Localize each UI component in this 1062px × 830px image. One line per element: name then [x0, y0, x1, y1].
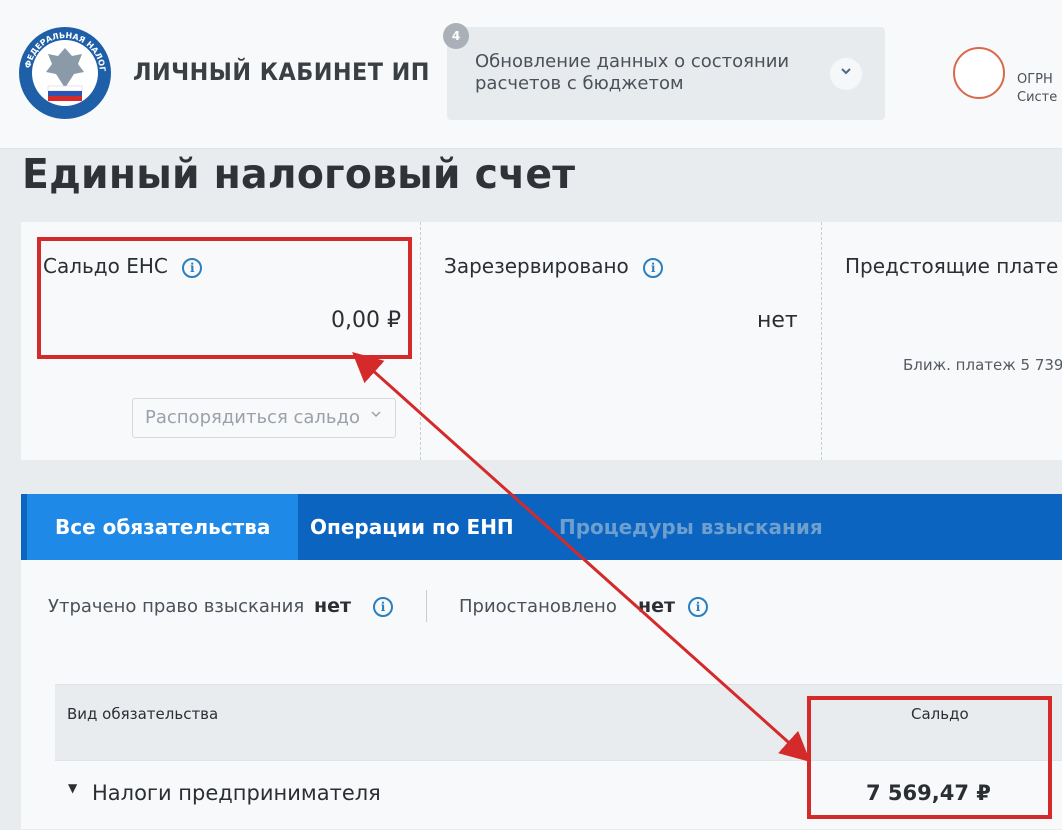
data-update-notice[interactable]: 4 Обновление данных о состоянии расчетов…: [443, 23, 885, 120]
reserved-value: нет: [757, 308, 798, 333]
next-payment-text: Ближ. платеж 5 739: [903, 356, 1062, 374]
table-row[interactable]: ▼ Налоги предпринимателя 7 569,47 ₽: [55, 760, 1062, 830]
balance-summary: Сальдо ЕНС i 0,00 ₽ Распорядиться сальдо…: [21, 222, 1062, 460]
page-title: Единый налоговый счет: [22, 150, 576, 198]
reserved-label: Зарезервировано i: [444, 254, 664, 278]
suspended-label: Приостановлено: [459, 596, 617, 617]
info-icon[interactable]: i: [182, 257, 203, 278]
upcoming-payments-label: Предстоящие плате: [845, 254, 1059, 278]
column-header-type[interactable]: Вид обязательства: [67, 705, 218, 723]
column-divider: [420, 222, 421, 460]
info-icon[interactable]: i: [373, 597, 393, 617]
lost-right-value: нет: [314, 595, 352, 617]
manage-saldo-label: Распорядиться сальдо: [145, 407, 360, 428]
fns-logo[interactable]: ФЕДЕРАЛЬНАЯ НАЛОГОВАЯ СЛУЖБА: [18, 26, 112, 120]
column-header-saldo[interactable]: Сальдо: [911, 705, 969, 723]
filter-divider: [426, 590, 427, 622]
obligation-name: Налоги предпринимателя: [92, 781, 381, 805]
notice-step-badge: 4: [443, 23, 469, 49]
column-divider: [821, 222, 822, 460]
info-icon[interactable]: i: [643, 257, 664, 278]
user-ogrn-label: ОГРН: [1017, 72, 1053, 87]
notice-text: Обновление данных о состоянии расчетов с…: [475, 51, 790, 94]
saldo-ens-value: 0,00 ₽: [331, 308, 401, 333]
obligations-tabs: Все обязательства Операции по ЕНП Процед…: [21, 494, 1062, 560]
chevron-down-icon: [369, 407, 383, 425]
expand-caret-icon[interactable]: ▼: [68, 781, 77, 795]
tab-collection-procedures[interactable]: Процедуры взыскания: [559, 494, 823, 560]
lost-right-label: Утрачено право взыскания: [48, 596, 305, 617]
tab-enp-operations[interactable]: Операции по ЕНП: [310, 494, 514, 560]
user-system-label: Систе: [1017, 90, 1058, 105]
info-icon[interactable]: i: [688, 597, 708, 617]
tab-all-obligations[interactable]: Все обязательства: [27, 494, 299, 560]
status-filters: Утрачено право взыскания нет i Приостано…: [21, 560, 1062, 650]
saldo-ens-label: Сальдо ЕНС i: [43, 254, 203, 278]
obligations-table: Вид обязательства Сальдо ▼ Налоги предпр…: [21, 650, 1062, 829]
chevron-down-icon[interactable]: [830, 58, 862, 90]
table-header-row: Вид обязательства Сальдо: [55, 684, 1062, 761]
app-header: ФЕДЕРАЛЬНАЯ НАЛОГОВАЯ СЛУЖБА ЛИЧНЫЙ КАБИ…: [0, 0, 1062, 149]
cabinet-title: ЛИЧНЫЙ КАБИНЕТ ИП: [133, 58, 430, 86]
obligation-saldo-amount: 7 569,47 ₽: [866, 781, 991, 805]
manage-saldo-select[interactable]: Распорядиться сальдо: [132, 398, 396, 438]
user-avatar[interactable]: [953, 47, 1005, 99]
suspended-value: нет: [638, 595, 676, 617]
